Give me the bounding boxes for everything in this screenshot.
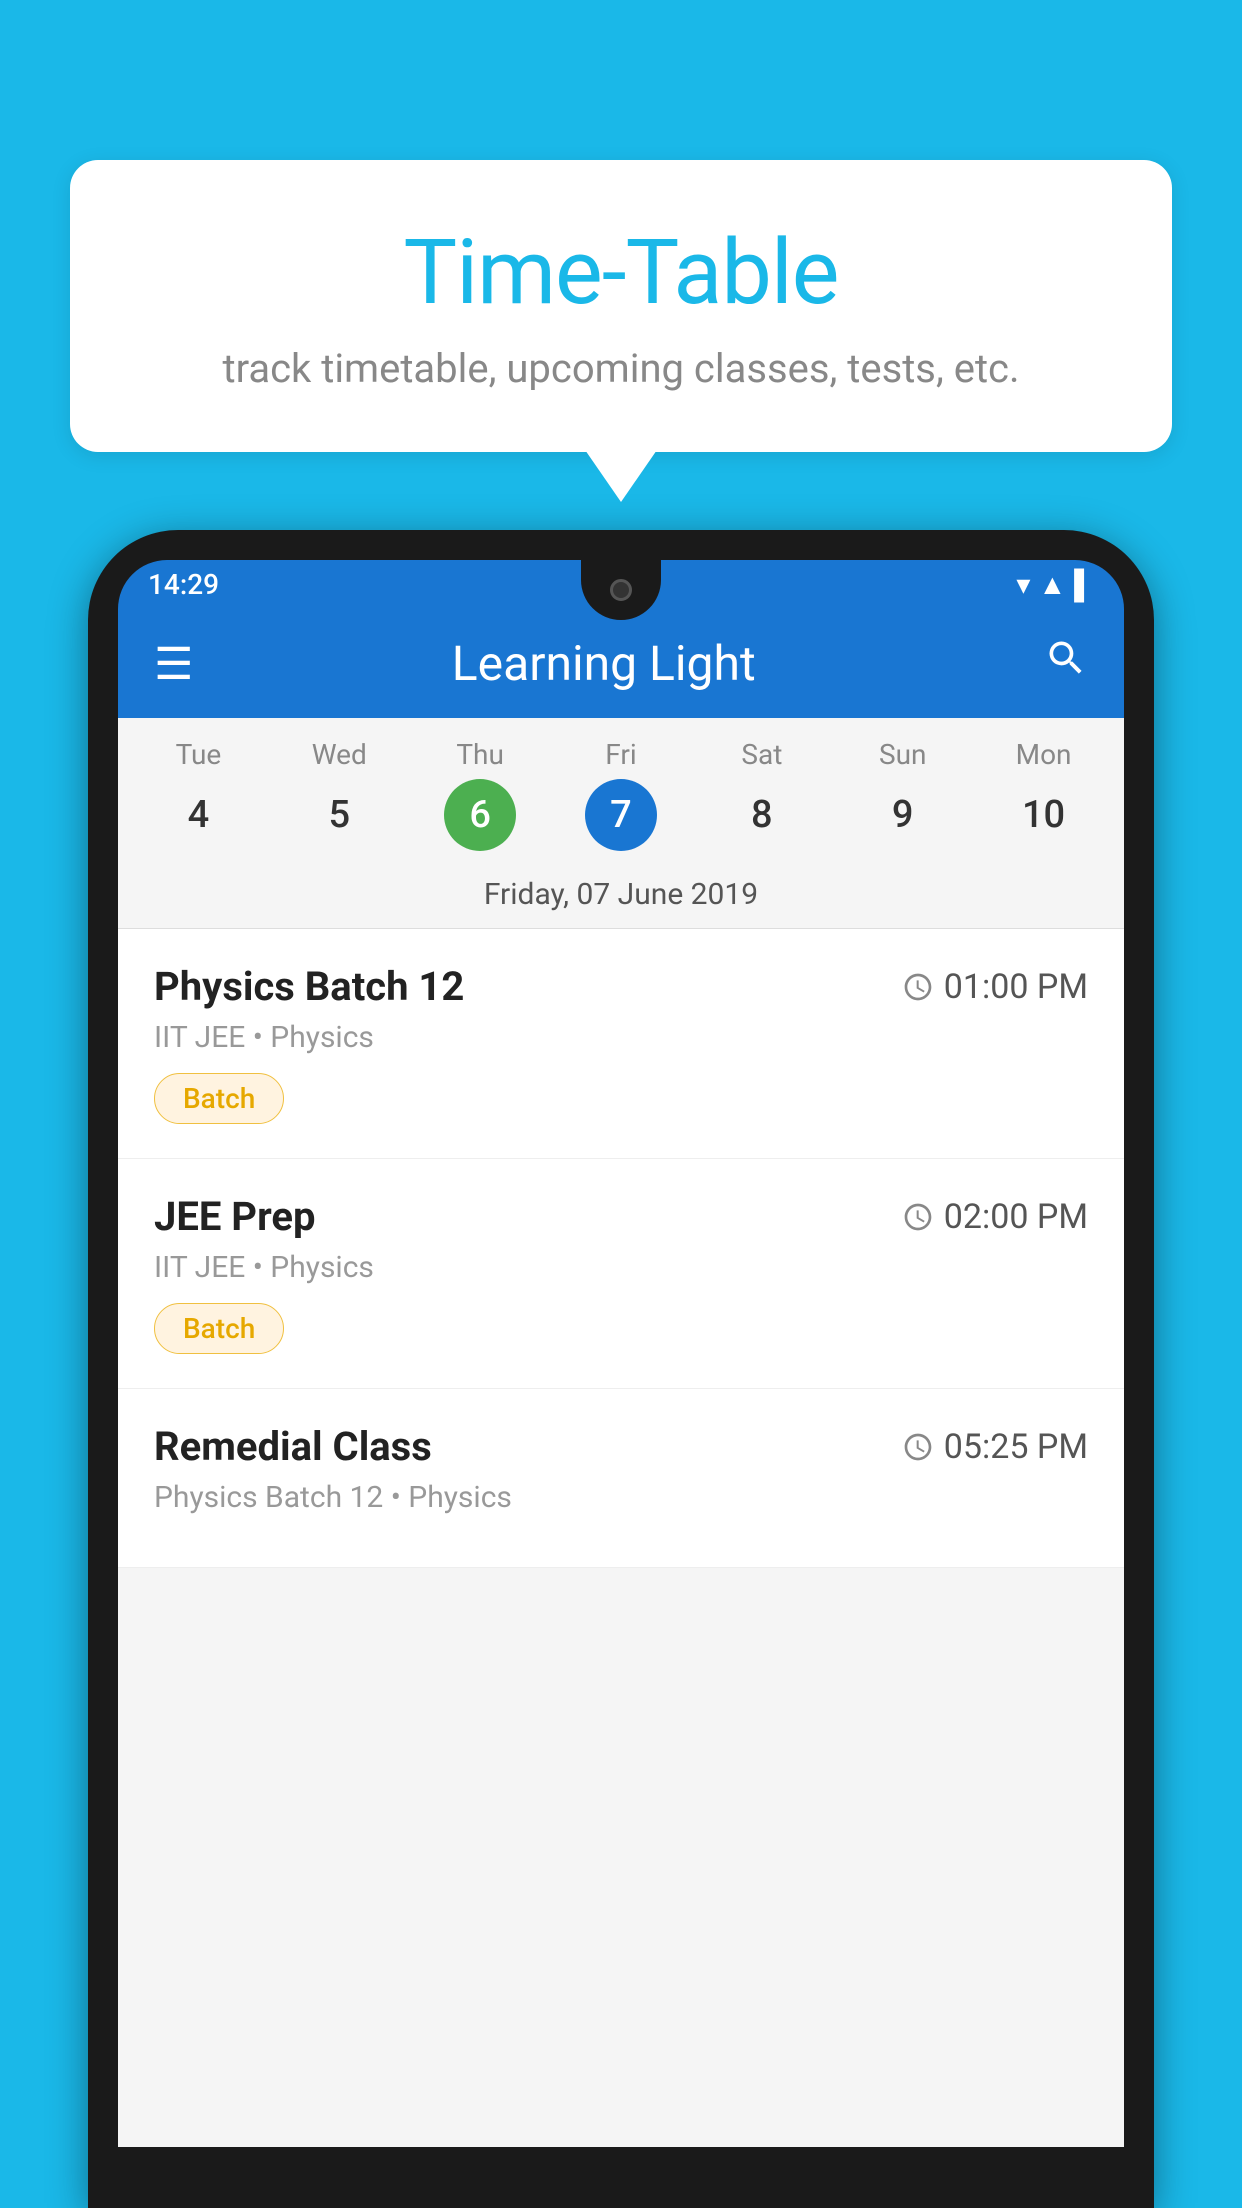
week-day-item[interactable]: Thu 6 (410, 738, 551, 851)
date-label: Friday, 07 June 2019 (118, 861, 1124, 929)
schedule-item-header: Physics Batch 12 01:00 PM (154, 963, 1088, 1010)
schedule-time: 05:25 PM (902, 1427, 1088, 1467)
app-title: Learning Light (193, 635, 1014, 692)
status-icons: ▾ ▲ ▌ (1016, 568, 1094, 601)
status-time: 14:29 (148, 568, 219, 601)
search-icon[interactable] (1044, 636, 1088, 691)
batch-badge: Batch (154, 1073, 284, 1124)
schedule-time: 02:00 PM (902, 1197, 1088, 1237)
schedule-item-header: Remedial Class 05:25 PM (154, 1423, 1088, 1470)
time-text: 02:00 PM (944, 1197, 1088, 1237)
day-name: Sat (741, 738, 782, 771)
day-name: Thu (456, 738, 504, 771)
schedule-item-header: JEE Prep 02:00 PM (154, 1193, 1088, 1240)
schedule-title: JEE Prep (154, 1193, 315, 1240)
day-name: Tue (176, 738, 222, 771)
week-day-item[interactable]: Mon 10 (973, 738, 1114, 851)
clock-icon (902, 1431, 934, 1463)
bubble-title: Time-Table (130, 220, 1112, 325)
day-number: 4 (162, 779, 234, 851)
week-day-item[interactable]: Tue 4 (128, 738, 269, 851)
week-day-item[interactable]: Sun 9 (832, 738, 973, 851)
schedule-subtitle: Physics Batch 12 • Physics (154, 1480, 1088, 1515)
time-text: 01:00 PM (944, 967, 1088, 1007)
day-number: 5 (303, 779, 375, 851)
schedule-title: Remedial Class (154, 1423, 432, 1470)
day-number: 7 (585, 779, 657, 851)
schedule-title: Physics Batch 12 (154, 963, 464, 1010)
schedule-item[interactable]: JEE Prep 02:00 PM IIT JEE • Physics Batch (118, 1159, 1124, 1389)
day-name: Sun (879, 738, 927, 771)
speech-bubble: Time-Table track timetable, upcoming cla… (70, 160, 1172, 452)
week-header: Tue 4 Wed 5 Thu 6 Fri 7 Sat 8 Sun 9 Mon 10 (118, 718, 1124, 861)
week-day-item[interactable]: Fri 7 (551, 738, 692, 851)
schedule-time: 01:00 PM (902, 967, 1088, 1007)
phone-screen: ☰ Learning Light Tue 4 Wed 5 Thu 6 Fri 7 Sat 8 Sun… (118, 609, 1124, 2147)
day-name: Fri (605, 738, 636, 771)
day-number: 8 (726, 779, 798, 851)
phone-camera (610, 579, 632, 601)
week-day-item[interactable]: Sat 8 (691, 738, 832, 851)
app-toolbar: ☰ Learning Light (118, 609, 1124, 718)
day-number: 9 (867, 779, 939, 851)
day-name: Wed (312, 738, 367, 771)
signal-icon: ▲ (1038, 568, 1066, 601)
day-number: 10 (1008, 779, 1080, 851)
status-bar: 14:29 ▾ ▲ ▌ (118, 560, 1124, 609)
clock-icon (902, 971, 934, 1003)
time-text: 05:25 PM (944, 1427, 1088, 1467)
schedule-subtitle: IIT JEE • Physics (154, 1020, 1088, 1055)
phone-mockup: 14:29 ▾ ▲ ▌ ☰ Learning Light Tue 4 Wed 5 Thu… (88, 530, 1154, 2208)
batch-badge: Batch (154, 1303, 284, 1354)
week-day-item[interactable]: Wed 5 (269, 738, 410, 851)
speech-bubble-container: Time-Table track timetable, upcoming cla… (70, 160, 1172, 452)
schedule-list: Physics Batch 12 01:00 PM IIT JEE • Physic… (118, 929, 1124, 1568)
day-number: 6 (444, 779, 516, 851)
wifi-icon: ▾ (1016, 568, 1030, 601)
schedule-item[interactable]: Remedial Class 05:25 PM Physics Batch 12 •… (118, 1389, 1124, 1568)
day-name: Mon (1016, 738, 1072, 771)
clock-icon (902, 1201, 934, 1233)
schedule-subtitle: IIT JEE • Physics (154, 1250, 1088, 1285)
battery-icon: ▌ (1074, 568, 1094, 601)
schedule-item[interactable]: Physics Batch 12 01:00 PM IIT JEE • Physic… (118, 929, 1124, 1159)
bubble-subtitle: track timetable, upcoming classes, tests… (130, 345, 1112, 392)
menu-icon[interactable]: ☰ (154, 642, 193, 686)
